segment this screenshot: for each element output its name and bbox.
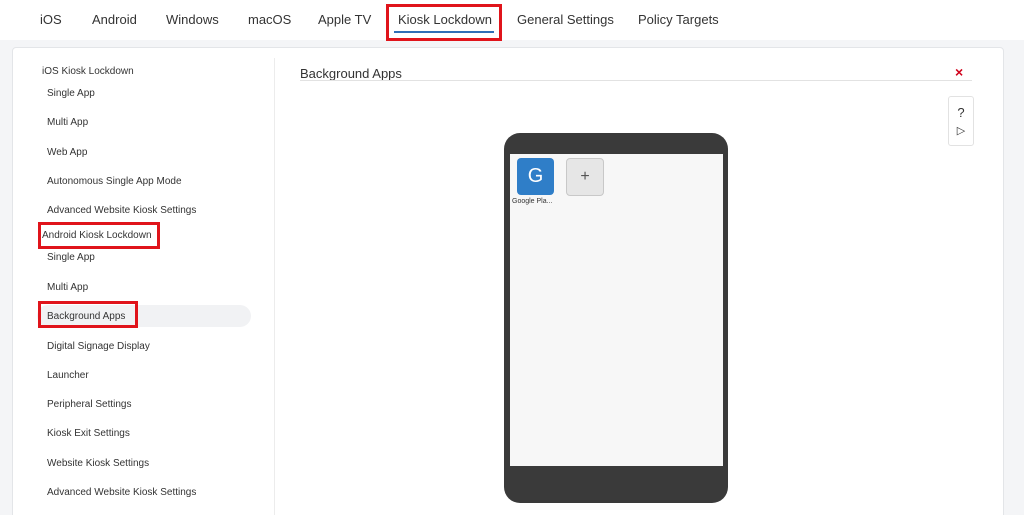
highlight-box-android-header bbox=[38, 222, 160, 249]
sidebar-item-website-kiosk-settings[interactable]: Website Kiosk Settings bbox=[47, 458, 149, 469]
sidebar-item-ios-multi-app[interactable]: Multi App bbox=[47, 117, 88, 128]
sidebar-divider bbox=[274, 58, 275, 515]
tab-policy-targets[interactable]: Policy Targets bbox=[638, 12, 719, 27]
sidebar-item-ios-advanced-website-kiosk[interactable]: Advanced Website Kiosk Settings bbox=[47, 205, 196, 216]
page-title: Background Apps bbox=[300, 66, 402, 81]
tab-macos[interactable]: macOS bbox=[248, 12, 291, 27]
highlight-box-kiosk-tab bbox=[386, 4, 502, 41]
play-icon[interactable]: ▷ bbox=[949, 124, 973, 137]
sidebar-item-ios-single-app[interactable]: Single App bbox=[47, 88, 95, 99]
tab-windows[interactable]: Windows bbox=[166, 12, 219, 27]
app-label: Google Pla... bbox=[512, 198, 553, 205]
tab-ios[interactable]: iOS bbox=[40, 12, 62, 27]
close-icon[interactable]: × bbox=[955, 64, 963, 80]
title-divider bbox=[300, 80, 972, 81]
tab-apple-tv[interactable]: Apple TV bbox=[318, 12, 371, 27]
sidebar-item-android-single-app[interactable]: Single App bbox=[47, 252, 95, 263]
tab-android[interactable]: Android bbox=[92, 12, 137, 27]
help-icon[interactable]: ? bbox=[949, 105, 973, 120]
platform-tab-bar: iOS Android Windows macOS Apple TV Kiosk… bbox=[0, 0, 1024, 40]
tab-general-settings[interactable]: General Settings bbox=[517, 12, 614, 27]
sidebar-item-android-advanced-website-kiosk[interactable]: Advanced Website Kiosk Settings bbox=[47, 487, 196, 498]
sidebar-item-digital-signage-display[interactable]: Digital Signage Display bbox=[47, 341, 150, 352]
sidebar-item-peripheral-settings[interactable]: Peripheral Settings bbox=[47, 399, 132, 410]
sidebar-item-autonomous-single-app-mode[interactable]: Autonomous Single App Mode bbox=[47, 176, 182, 187]
add-app-button[interactable]: + bbox=[566, 158, 604, 196]
highlight-box-background-apps bbox=[38, 301, 138, 328]
help-panel: ? ▷ bbox=[948, 96, 974, 146]
ios-kiosk-lockdown-header: iOS Kiosk Lockdown bbox=[42, 66, 134, 77]
sidebar-item-ios-web-app[interactable]: Web App bbox=[47, 147, 87, 158]
google-play-app-icon[interactable]: G bbox=[517, 158, 554, 195]
sidebar-item-launcher[interactable]: Launcher bbox=[47, 370, 89, 381]
sidebar-item-android-multi-app[interactable]: Multi App bbox=[47, 282, 88, 293]
sidebar-item-kiosk-exit-settings[interactable]: Kiosk Exit Settings bbox=[47, 428, 130, 439]
